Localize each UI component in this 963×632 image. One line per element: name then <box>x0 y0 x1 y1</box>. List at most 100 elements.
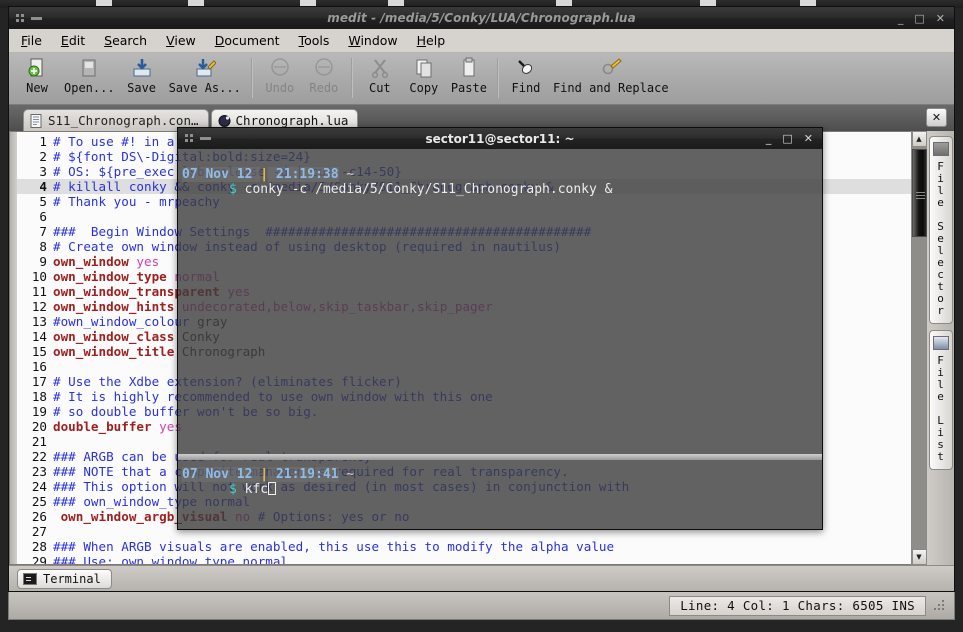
prompt-path: ~ <box>338 167 355 182</box>
prompt-date: 07 Nov 12 <box>182 167 261 182</box>
line-number: 21 <box>31 434 47 449</box>
save-disk-icon <box>131 57 153 79</box>
side-panel-tabs: File Selector File List <box>926 131 954 565</box>
medit-titlebar[interactable]: medit - /media/5/Conky/LUA/Chronograph.l… <box>9 7 954 29</box>
statusbar: Line: 4 Col: 1 Chars: 6505 INS <box>8 592 955 620</box>
terminal-command-line[interactable]: $ conky -c /media/5/Conky/S11_Chronograp… <box>182 182 822 197</box>
line-number: 25 <box>31 494 47 509</box>
prompt-time: 21:19:38 <box>268 167 339 182</box>
prompt-path: ~ <box>338 467 355 482</box>
resize-grip[interactable] <box>932 598 948 614</box>
line-number: 12 <box>31 299 47 314</box>
terminal-prompt-line: 07 Nov 12 | 21:19:41 ~ <box>182 467 822 482</box>
toolbar-label: Undo <box>265 81 295 95</box>
prompt-date: 07 Nov 12 <box>182 467 261 482</box>
toolbar-separator <box>496 58 499 98</box>
toolbar-copy-button[interactable]: Copy <box>402 56 446 95</box>
code-line[interactable]: 28 ### When ARGB visuals are enabled, thi… <box>17 539 911 554</box>
line-text: double_buffer yes <box>53 419 182 434</box>
menu-item-search[interactable]: Search <box>104 33 147 48</box>
line-number: 22 <box>31 449 47 464</box>
prompt-separator: | <box>260 467 269 482</box>
code-line[interactable]: 29 ### Use: own_window_type normal <box>17 554 911 564</box>
line-number: 7 <box>39 224 47 239</box>
toolbar-redo-button[interactable]: Redo <box>302 56 346 95</box>
toolbar-save-button[interactable]: Save <box>120 56 164 95</box>
toolbar-open-button[interactable]: Open... <box>59 56 120 95</box>
scroll-track[interactable] <box>911 147 927 549</box>
line-text: own_window yes <box>53 254 160 269</box>
line-number: 8 <box>39 239 47 254</box>
line-text: ### Use: own_window_type normal <box>53 554 289 564</box>
minimize-button[interactable]: _ <box>898 13 904 24</box>
open-folder-icon <box>78 57 100 79</box>
toolbar-cut-button[interactable]: Cut <box>358 56 402 95</box>
toolbar-paste-button[interactable]: Paste <box>446 56 492 95</box>
line-number: 24 <box>31 479 47 494</box>
new-document-icon <box>26 57 48 79</box>
menu-item-document[interactable]: Document <box>215 33 280 48</box>
toolbar-save-as-button[interactable]: Save As... <box>164 56 246 95</box>
gutter-shade <box>10 132 17 564</box>
sidebar-tab-file-selector[interactable]: File Selector <box>928 136 953 324</box>
prompt-dollar-icon: $ <box>228 182 237 197</box>
terminal-cursor <box>268 482 277 495</box>
terminal-icon <box>23 572 37 585</box>
terminal-command: kfc <box>236 482 269 497</box>
terminal-titlebar[interactable]: sector11@sector11: ~ _ □ ✕ <box>178 128 822 149</box>
line-number: 11 <box>31 284 47 299</box>
window-taskbar: Terminal <box>9 565 954 591</box>
toolbar-undo-button[interactable]: Undo <box>258 56 302 95</box>
toolbar-new-button[interactable]: New <box>15 56 59 95</box>
terminal-output[interactable]: 07 Nov 12 | 21:19:38 ~ $ conky -c /media… <box>178 149 822 529</box>
copy-pages-icon <box>413 57 435 79</box>
menu-item-help[interactable]: Help <box>417 33 446 48</box>
maximize-button[interactable]: □ <box>914 13 924 24</box>
line-number: 27 <box>31 524 47 539</box>
menu-item-file[interactable]: File <box>21 33 42 48</box>
menu-item-tools[interactable]: Tools <box>299 33 330 48</box>
menu-accel: T <box>298 33 305 48</box>
line-number: 9 <box>39 254 47 269</box>
scroll-thumb[interactable] <box>911 149 927 237</box>
toolbar-find-replace-button[interactable]: Find and Replace <box>548 56 674 95</box>
scissors-icon <box>369 57 391 79</box>
menu-item-window[interactable]: Window <box>348 33 397 48</box>
menu-item-edit[interactable]: Edit <box>61 33 85 48</box>
editor-vertical-scrollbar[interactable]: ▲ ▼ <box>911 131 927 565</box>
menu-accel: D <box>214 33 225 48</box>
sidebar-tab-file-list[interactable]: File List <box>928 330 953 470</box>
menu-accel: H <box>416 33 427 48</box>
grip-dots-icon <box>16 13 25 23</box>
desktop: medit - /media/5/Conky/LUA/Chronograph.l… <box>0 0 963 632</box>
toolbar-label: Find <box>511 81 541 95</box>
terminal-command-line[interactable]: $ kfc <box>182 482 822 497</box>
line-number: 15 <box>31 344 47 359</box>
prompt-dollar-icon: $ <box>228 482 237 497</box>
save-as-icon <box>194 57 217 79</box>
find-replace-pencil-icon <box>600 57 622 79</box>
file-list-icon <box>932 336 949 350</box>
toolbar-find-button[interactable]: Find <box>504 56 548 95</box>
terminal-prompt-line: 07 Nov 12 | 21:19:38 ~ <box>182 167 822 182</box>
taskbar-item-terminal[interactable]: Terminal <box>17 568 112 589</box>
scroll-thumb-grip <box>915 192 925 199</box>
menu-item-view[interactable]: View <box>166 33 196 48</box>
close-button[interactable]: ✕ <box>936 13 945 24</box>
toolbar-label: Cut <box>368 81 391 95</box>
close-tab-button[interactable]: ✕ <box>926 108 947 127</box>
scroll-down-arrow[interactable]: ▼ <box>911 549 927 565</box>
undo-arrow-icon <box>269 57 291 79</box>
line-number: 10 <box>31 269 47 284</box>
window-title: medit - /media/5/Conky/LUA/Chronograph.l… <box>327 11 636 25</box>
redo-arrow-icon <box>313 57 335 79</box>
clipboard-icon <box>458 57 480 79</box>
scroll-up-arrow[interactable]: ▲ <box>911 131 927 147</box>
